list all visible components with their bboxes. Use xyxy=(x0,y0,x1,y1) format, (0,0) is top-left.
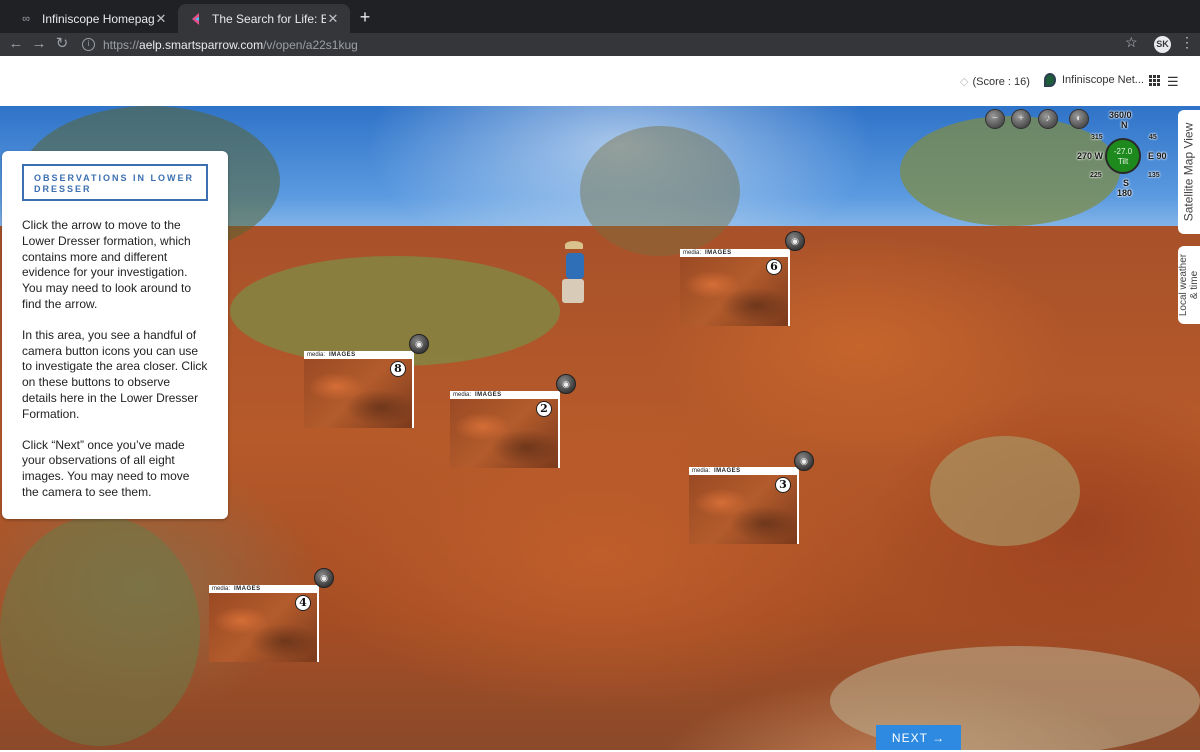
tilt-label: Tilt xyxy=(1117,157,1129,166)
camera-button-icon[interactable]: ◉ xyxy=(409,334,429,354)
person-sitting xyxy=(560,241,590,311)
gem-icon: ◇ xyxy=(960,76,969,88)
image-hotspot-8[interactable]: media: IMAGES 8 xyxy=(304,351,414,428)
camera-button-icon[interactable]: ◉ xyxy=(794,451,814,471)
compass-west: 270 W xyxy=(1077,151,1104,161)
weather-tab-line: Local weather xyxy=(1178,253,1189,317)
app-header: ◇ (Score : 16) Infiniscope Net... ☰ xyxy=(0,56,1200,106)
infinity-icon: ∞ xyxy=(22,12,30,25)
media-label: IMAGES xyxy=(329,352,356,358)
compass-south-label: S xyxy=(1123,178,1130,188)
info-icon[interactable]: i xyxy=(82,38,95,51)
compass-east: E 90 xyxy=(1148,151,1167,161)
score-display: ◇ (Score : 16) xyxy=(960,75,1030,89)
tree-foliage xyxy=(580,126,740,256)
tab-search-for-life[interactable]: The Search for Life: Earliest St ✕ xyxy=(178,4,350,33)
network-name: Infiniscope Net... xyxy=(1062,74,1144,86)
url-path: /v/open/a22s1kug xyxy=(263,37,358,52)
zoom-in-icon[interactable]: + xyxy=(1011,109,1031,129)
next-label: NEXT xyxy=(891,731,928,745)
media-strip: media: IMAGES xyxy=(450,391,558,399)
smart-sparrow-icon xyxy=(188,11,204,27)
media-strip: media: IMAGES xyxy=(689,467,797,475)
bookmark-star-icon[interactable]: ☆ xyxy=(1125,34,1138,51)
image-hotspot-3[interactable]: media: IMAGES 3 xyxy=(689,467,799,544)
compass-south: 180 xyxy=(1117,188,1133,198)
camera-button-icon[interactable]: ◉ xyxy=(785,231,805,251)
media-label: IMAGES xyxy=(705,250,732,256)
panel-paragraph: Click the arrow to move to the Lower Dre… xyxy=(22,218,192,311)
media-brand: media: xyxy=(453,392,472,398)
zoom-out-icon[interactable]: − xyxy=(985,109,1005,129)
panel-paragraph: In this area, you see a handful of camer… xyxy=(22,327,208,421)
browser-menu-icon[interactable]: ⋮ xyxy=(1180,34,1194,51)
address-bar[interactable]: i https://aelp.smartsparrow.com/v/open/a… xyxy=(82,34,1152,55)
sliders-icon[interactable]: ☰ xyxy=(1167,74,1179,90)
media-label: IMAGES xyxy=(475,392,502,398)
image-number-badge: 4 xyxy=(295,595,311,611)
infiniscope-logo-icon xyxy=(1044,73,1056,87)
new-tab-button[interactable]: + xyxy=(355,8,375,28)
browser-tab-bar: ∞ Infiniscope Homepage ✕ The Search for … xyxy=(0,0,1200,33)
camera-button-icon[interactable]: ◉ xyxy=(314,568,334,588)
media-brand: media: xyxy=(683,250,702,256)
weather-tab-label: Local weather & time xyxy=(1178,254,1200,316)
grass-patch xyxy=(0,516,200,746)
panel-heading-line: DRESSER xyxy=(34,184,92,194)
profile-avatar[interactable]: SK xyxy=(1154,36,1171,53)
apps-grid-icon[interactable] xyxy=(1149,75,1160,86)
tilt-value: -27.0 xyxy=(1113,147,1133,156)
sound-icon[interactable]: ♪ xyxy=(1038,109,1058,129)
compass-se: 135 xyxy=(1148,172,1160,179)
panel-heading: OBSERVATIONS IN LOWER DRESSER xyxy=(22,164,208,201)
url-scheme: https:// xyxy=(103,37,140,52)
image-hotspot-4[interactable]: media: IMAGES 4 xyxy=(209,585,319,662)
image-number-badge: 3 xyxy=(775,477,791,493)
arrow-right-icon: → xyxy=(932,731,946,745)
media-label: IMAGES xyxy=(714,468,741,474)
tab-title: Infiniscope Homepage xyxy=(42,11,154,26)
url-host: aelp.smartsparrow.com xyxy=(139,37,264,52)
panel-heading-line: OBSERVATIONS IN LOWER xyxy=(34,173,195,183)
browser-toolbar: ← → ↻ i https://aelp.smartsparrow.com/v/… xyxy=(0,33,1200,56)
image-number-badge: 6 xyxy=(766,259,782,275)
local-weather-tab[interactable]: Local weather & time xyxy=(1178,246,1200,324)
media-strip: media: IMAGES xyxy=(209,585,317,593)
close-icon[interactable]: ✕ xyxy=(326,11,340,27)
image-hotspot-2[interactable]: media: IMAGES 2 xyxy=(450,391,560,468)
weather-tab-line: & time xyxy=(1189,270,1200,300)
image-number-badge: 8 xyxy=(390,361,406,377)
satellite-tab-label: Satellite Map View xyxy=(1181,122,1196,222)
compass-heading: 360/0 xyxy=(1109,110,1132,120)
satellite-map-view-tab[interactable]: Satellite Map View xyxy=(1178,110,1200,234)
image-number-badge: 2 xyxy=(536,401,552,417)
reload-icon[interactable]: ↻ xyxy=(52,33,72,56)
media-strip: media: IMAGES xyxy=(304,351,412,359)
compass[interactable]: 360/0 N 315 45 270 W E 90 225 135 S 180 … xyxy=(1077,110,1175,208)
image-hotspot-6[interactable]: media: IMAGES 6 xyxy=(680,249,790,326)
network-menu[interactable]: Infiniscope Net... xyxy=(1044,73,1144,87)
forward-arrow-icon[interactable]: → xyxy=(29,33,49,56)
camera-button-icon[interactable]: ◉ xyxy=(556,374,576,394)
score-label: (Score : 16) xyxy=(972,75,1030,88)
tab-title: The Search for Life: Earliest St xyxy=(212,11,326,26)
tilt-dial[interactable]: -27.0 Tilt xyxy=(1105,138,1141,174)
next-button[interactable]: NEXT → xyxy=(876,725,961,750)
compass-north: N xyxy=(1121,120,1128,130)
grass-patch xyxy=(230,256,560,366)
tab-infiniscope-homepage[interactable]: ∞ Infiniscope Homepage ✕ xyxy=(8,4,178,33)
media-brand: media: xyxy=(692,468,711,474)
compass-nw: 315 xyxy=(1091,134,1103,141)
instructions-panel: OBSERVATIONS IN LOWER DRESSER Click the … xyxy=(2,151,228,519)
compass-sw: 225 xyxy=(1090,172,1102,179)
panel-paragraph: Click “Next” once you’ve made your obser… xyxy=(22,437,190,499)
back-arrow-icon[interactable]: ← xyxy=(6,33,26,56)
media-label: IMAGES xyxy=(234,586,261,592)
compass-ne: 45 xyxy=(1149,134,1157,141)
media-strip: media: IMAGES xyxy=(680,249,788,257)
grass-patch xyxy=(930,436,1080,546)
close-icon[interactable]: ✕ xyxy=(154,11,168,27)
media-brand: media: xyxy=(307,352,326,358)
media-brand: media: xyxy=(212,586,231,592)
